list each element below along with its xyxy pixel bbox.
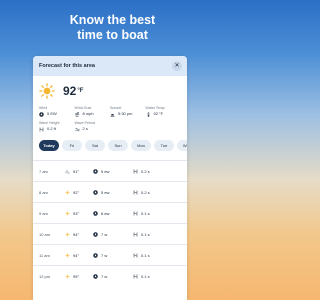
- row-wind: 5 ew: [101, 189, 110, 195]
- wave-icon: [133, 253, 138, 257]
- hourly-row: 12 pm 95° 7 w 0.1 s: [33, 265, 187, 286]
- hourly-row: 7 am 91° 5 ew 0.2 s: [33, 160, 187, 181]
- sunset-icon: [110, 113, 115, 116]
- hourly-row: 9 am 93° 6 ew 0.1 s: [33, 202, 187, 223]
- row-wave: 0.2 s: [141, 168, 150, 174]
- stat-value: 5 EW: [47, 111, 57, 116]
- tab-wed[interactable]: Wed: [177, 140, 187, 151]
- wind-direction-icon: [93, 231, 98, 237]
- row-wave: 0.2 s: [141, 189, 150, 195]
- stat-value: 2 s: [82, 126, 88, 131]
- headline-line-2: time to boat: [77, 28, 148, 42]
- sun-icon: [65, 252, 70, 258]
- wave-icon: [133, 274, 138, 278]
- stat-water-temp: Water Temp 92 °F: [146, 106, 182, 117]
- wind-direction-icon: [39, 111, 44, 117]
- sun-icon: [65, 231, 70, 237]
- stat-value: 0.2 ft: [47, 126, 56, 131]
- tab-tue[interactable]: Tue: [154, 140, 174, 151]
- wind-direction-icon: [93, 273, 98, 279]
- row-wave: 0.1 s: [141, 231, 150, 237]
- row-time: 8 am: [39, 189, 48, 195]
- tab-fri[interactable]: Fri: [62, 140, 82, 151]
- day-tabs: Today Fri Sat Sun Mon Tue Wed: [33, 140, 187, 151]
- cloudy-icon: [65, 169, 70, 174]
- wave-icon: [133, 232, 138, 236]
- close-icon[interactable]: ✕: [172, 61, 182, 71]
- hourly-row: 8 am 92° 5 ew 0.2 s: [33, 181, 187, 202]
- card-header: Forecast for this area ✕: [33, 56, 187, 76]
- stat-sunset: Sunset 5:30 pm: [110, 106, 146, 117]
- stat-wave-period: Wave Period 2 s: [75, 121, 111, 132]
- stat-wave-height: Wave Height 0.2 ft: [39, 121, 75, 132]
- row-temp: 94°: [73, 252, 80, 258]
- row-wind: 7 w: [101, 231, 108, 237]
- current-conditions: 92 °F: [33, 78, 187, 104]
- wave-icon: [133, 190, 138, 194]
- tab-today[interactable]: Today: [39, 140, 59, 151]
- tab-mon[interactable]: Mon: [131, 140, 151, 151]
- sun-icon: [65, 210, 70, 216]
- wave-icon: [133, 169, 138, 173]
- row-time: 12 pm: [39, 273, 51, 279]
- forecast-card: Forecast for this area ✕ 92 °F Wind 5 EW…: [33, 56, 187, 300]
- hourly-list: 7 am 91° 5 ew 0.2 s 8 am 92° 5 ew 0.2 s …: [33, 160, 187, 286]
- thermometer-icon: [147, 111, 149, 117]
- tab-sat[interactable]: Sat: [85, 140, 105, 151]
- card-title: Forecast for this area: [39, 63, 95, 69]
- sun-icon: [65, 189, 70, 195]
- row-temp: 94°: [73, 231, 80, 237]
- wind-direction-icon: [93, 189, 98, 195]
- row-wave: 0.1 s: [141, 273, 150, 279]
- current-temp-unit: °F: [77, 88, 84, 94]
- stats-grid: Wind 5 EW Wind Gust 8 mph Sunset 5:30 pm…: [33, 106, 187, 132]
- wind-direction-icon: [93, 210, 98, 216]
- row-time: 10 am: [39, 231, 51, 237]
- wave-icon: [39, 127, 44, 131]
- stat-wind-gust: Wind Gust 8 mph: [75, 106, 111, 117]
- wave-icon: [133, 211, 138, 215]
- sun-icon: [39, 83, 55, 99]
- tab-sun[interactable]: Sun: [108, 140, 128, 151]
- row-temp: 95°: [73, 273, 80, 279]
- hourly-row: 11 am 94° 7 w 0.1 s: [33, 244, 187, 265]
- row-temp: 92°: [73, 189, 80, 195]
- current-temp: 92: [63, 84, 77, 98]
- headline-line-1: Know the best: [69, 13, 156, 27]
- stat-value: 92 °F: [153, 111, 164, 116]
- row-wave: 0.1 s: [141, 210, 150, 216]
- row-time: 9 am: [39, 210, 48, 216]
- stat-wind: Wind 5 EW: [39, 106, 75, 117]
- row-wind: 7 w: [101, 273, 108, 279]
- row-wave: 0.1 s: [141, 252, 150, 258]
- row-time: 7 am: [39, 168, 48, 174]
- stat-value: 5:30 pm: [118, 111, 133, 116]
- stat-value: 8 mph: [82, 111, 94, 116]
- row-temp: 93°: [73, 210, 80, 216]
- wind-gust-icon: [74, 111, 79, 117]
- row-wind: 7 w: [101, 252, 108, 258]
- row-temp: 91°: [73, 168, 80, 174]
- sun-icon: [65, 273, 70, 279]
- row-wind: 6 ew: [101, 210, 110, 216]
- hourly-row: 10 am 94° 7 w 0.1 s: [33, 223, 187, 244]
- wind-direction-icon: [93, 252, 98, 258]
- wave-period-icon: [74, 127, 80, 131]
- wind-direction-icon: [93, 168, 98, 174]
- headline: Know the best time to boat: [0, 13, 225, 43]
- row-time: 11 am: [39, 252, 50, 258]
- row-wind: 5 ew: [101, 168, 110, 174]
